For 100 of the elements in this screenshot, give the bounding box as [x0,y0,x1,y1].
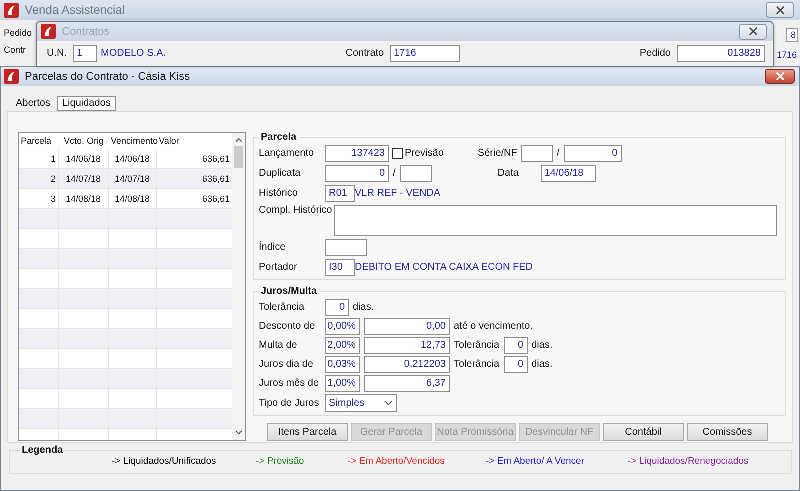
field-label: Portador [259,262,298,273]
field-label: Contrato [346,48,384,59]
close-icon [748,27,758,36]
note-text: até o vencimento. [454,321,533,332]
scroll-up-icon[interactable] [234,137,242,143]
input-field[interactable] [400,165,432,182]
field-value: 1716 [776,49,798,61]
unit-label: dias. [532,359,553,370]
scroll-down-icon[interactable] [234,430,242,436]
input-field[interactable]: 0 [325,165,389,182]
close-button[interactable] [739,24,767,40]
input-field[interactable]: 0,212203 [364,356,450,373]
table-cell: 14/06/18 [109,149,157,168]
window-title: Contratos [62,26,110,38]
table-cell: 14/06/18 [59,149,109,168]
table-cell: 2 [19,169,59,188]
input-field[interactable]: 2,00% [325,337,360,354]
group-title: Legenda [21,445,64,456]
separator-text: / [556,148,560,159]
unit-label: dias. [353,302,374,313]
company-name: MODELO S.A. [101,48,166,59]
input-field[interactable]: 0,00% [325,318,360,335]
table-cell-text: 636,61 [201,172,231,186]
close-button[interactable] [765,69,795,84]
bearer-description: DEBITO EM CONTA CAIXA ECON FED [355,262,533,273]
input-field[interactable]: 0 [325,299,349,316]
field-label: Tipo de Juros [259,398,320,408]
legend-item: -> Em Aberto/ A Vencer [486,456,586,467]
input-field[interactable]: I30 [325,259,355,276]
scroll-thumb[interactable] [234,146,243,168]
text-area[interactable] [334,205,777,236]
column-header: Valor [158,135,180,148]
field-label: Multa de [259,340,298,351]
field-label: Contr [4,45,28,55]
input-field[interactable]: 14/06/18 [540,165,596,182]
field-label: Histórico [259,188,299,199]
tab[interactable]: Liquidados [57,96,116,111]
action-button[interactable]: Comissões [687,423,768,441]
checkbox[interactable] [392,148,403,159]
input-field[interactable]: 137423 [325,145,389,162]
field-label: Série/NF [478,148,518,159]
input-field[interactable]: 12,73 [364,337,450,354]
window-title: Venda Assistencial [25,3,126,17]
table-cell-text: 636,61 [201,192,231,206]
table-cell-text: 636,61 [201,152,231,166]
action-button[interactable]: Itens Parcela [267,423,348,441]
input-field[interactable]: 1,00% [325,375,360,392]
column-header: Vcto. Orig [62,135,105,148]
input-field[interactable]: 0 [564,145,622,162]
field-label: Duplicata [259,168,302,179]
unit-label: dias. [532,340,553,351]
field-label: Desconto de [259,321,316,332]
input-field[interactable]: 1 [73,45,97,62]
separator-text: / [393,168,396,179]
history-description: VLR REF - VENDA [355,188,441,199]
table-cell: 1 [19,149,59,168]
field-label: Pedido [4,28,34,38]
input-field[interactable]: 013828 [676,45,765,62]
scrollbar[interactable] [232,133,245,440]
input-field[interactable]: 0,00 [364,318,450,335]
app-icon [4,69,19,84]
caret-icon [384,400,393,406]
interest-type-dropdown[interactable]: Simples [325,394,397,412]
group-title: Parcela [260,132,298,143]
field-label: Juros dia de [259,359,314,370]
legend-item: -> Liquidados/Renegociados [628,456,749,467]
field-label: Data [498,168,520,179]
group-title: Juros/Multa [260,286,318,297]
field-label: Lançamento [259,148,316,159]
table-cell: 14/07/18 [109,169,157,188]
field-label: Índice [259,242,287,253]
window-title: Parcelas do Contrato - Cásia Kiss [25,70,190,82]
field-label: Tolerância [454,340,500,351]
input-field[interactable] [520,145,553,162]
table-cell: 14/07/18 [59,169,109,188]
input-field[interactable] [325,239,367,256]
column-header: Vencimento [110,135,157,148]
input-field[interactable]: 0 [504,337,528,354]
field-label: Juros mês de [259,378,320,389]
checkbox-label: Previsão [405,148,444,159]
table-cell: 14/08/18 [59,189,109,208]
action-button[interactable]: Contábil [603,423,684,441]
column-header: Parcela [20,135,53,148]
field-label: Tolerância [259,302,306,313]
table-cell: 3 [19,189,59,208]
table-cell: 14/08/18 [109,189,157,208]
tab[interactable]: Abertos [11,96,56,111]
input-field[interactable]: 0,03% [325,356,360,373]
close-button[interactable] [766,2,794,18]
input-field[interactable]: R01 [325,185,355,202]
app-icon [4,2,19,18]
legend-item: -> Liquidados/Unificados [112,456,218,467]
input-field[interactable]: 0 [504,356,528,373]
field-value: 8 [786,28,798,42]
input-field[interactable]: 1716 [390,45,460,62]
app-icon [41,24,56,39]
input-field[interactable]: 6,37 [364,375,450,392]
field-label: U.N. [47,48,67,59]
legend-item: -> Em Aberto/Vencidos [348,456,446,467]
field-label: Pedido [640,48,671,59]
